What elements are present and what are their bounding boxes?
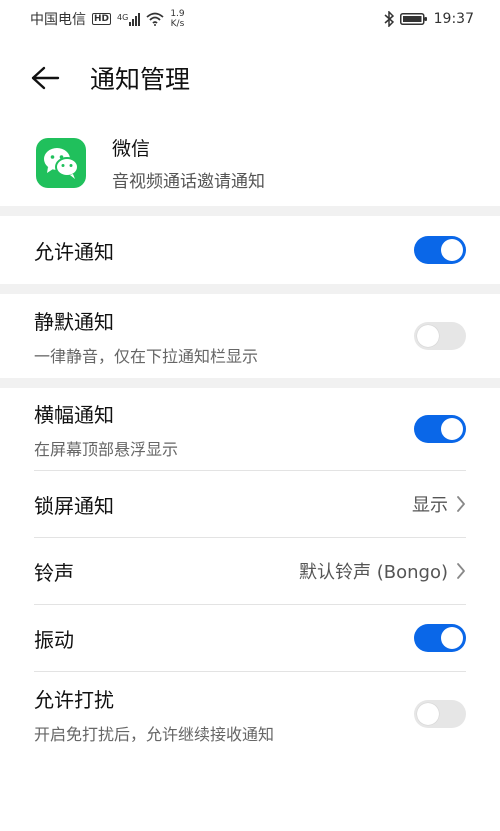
ringtone-row[interactable]: 铃声 默认铃声 (Bongo) [0, 538, 500, 604]
lock-screen-notifications-value: 显示 [412, 495, 448, 516]
allow-dnd-row[interactable]: 允许打扰 开启免打扰后，允许继续接收通知 [0, 672, 500, 756]
page-title: 通知管理 [90, 65, 191, 94]
chevron-right-icon [457, 496, 465, 512]
allow-notifications-toggle[interactable] [414, 236, 466, 264]
section-gap [0, 284, 500, 294]
vibration-toggle[interactable] [414, 624, 466, 652]
silent-notifications-subtitle: 一律静音，仅在下拉通知栏显示 [34, 346, 259, 366]
banner-notifications-subtitle: 在屏幕顶部悬浮显示 [34, 439, 179, 459]
allow-notifications-label: 允许通知 [34, 239, 114, 264]
wifi-icon [146, 12, 164, 26]
allow-notifications-row[interactable]: 允许通知 [0, 216, 500, 284]
allow-dnd-subtitle: 开启免打扰后，允许继续接收通知 [34, 724, 275, 744]
section-gap [0, 206, 500, 216]
allow-dnd-label: 允许打扰 [34, 687, 114, 712]
vibration-label: 振动 [34, 627, 74, 652]
app-description: 音视频通话邀请通知 [112, 172, 265, 192]
wechat-app-icon [36, 138, 86, 188]
app-bar: 通知管理 [0, 38, 500, 118]
section-gap [0, 378, 500, 388]
network-speed: 1.9 K/s [170, 9, 185, 29]
hd-badge: HD [92, 13, 112, 25]
banner-notifications-label: 横幅通知 [34, 402, 114, 427]
back-arrow-icon [31, 66, 60, 90]
signal-icon: 4G [117, 12, 141, 26]
vibration-row[interactable]: 振动 [0, 605, 500, 671]
app-info: 微信 音视频通话邀请通知 [0, 120, 500, 206]
banner-notifications-toggle[interactable] [414, 415, 466, 443]
silent-notifications-label: 静默通知 [34, 309, 114, 334]
allow-dnd-toggle[interactable] [414, 700, 466, 728]
chevron-right-icon [457, 563, 465, 579]
battery-icon [399, 13, 427, 25]
status-bar: 中国电信 HD 4G 1.9 K/s 19:37 [0, 0, 500, 38]
silent-notifications-toggle[interactable] [414, 322, 466, 350]
lock-screen-notifications-label: 锁屏通知 [34, 493, 114, 518]
bluetooth-icon [384, 11, 394, 27]
carrier-label: 中国电信 [30, 12, 86, 28]
lock-screen-notifications-row[interactable]: 锁屏通知 显示 [0, 471, 500, 537]
ringtone-label: 铃声 [34, 560, 74, 585]
banner-notifications-row[interactable]: 横幅通知 在屏幕顶部悬浮显示 [0, 388, 500, 470]
ringtone-value: 默认铃声 (Bongo) [299, 562, 448, 583]
silent-notifications-row[interactable]: 静默通知 一律静音，仅在下拉通知栏显示 [0, 294, 500, 378]
clock: 19:37 [433, 11, 474, 27]
app-name: 微信 [112, 138, 151, 160]
back-button[interactable] [0, 38, 90, 118]
